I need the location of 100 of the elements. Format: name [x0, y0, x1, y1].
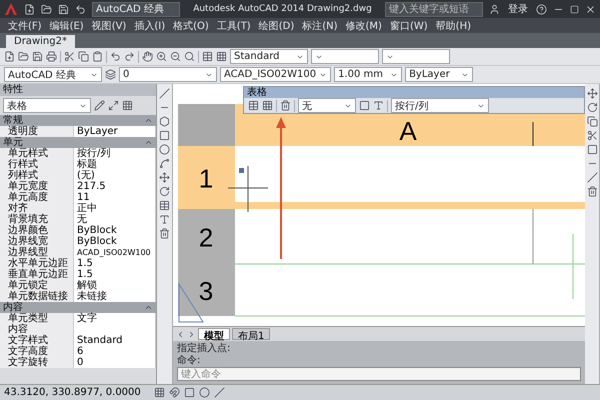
section-header[interactable]: 内容 [0, 302, 156, 313]
undo-icon[interactable] [110, 51, 121, 62]
undo-icon[interactable] [75, 4, 86, 14]
pencil-icon[interactable] [94, 100, 105, 111]
rotate-icon[interactable] [586, 102, 598, 113]
plot-style-dropdown[interactable]: ByLayer [405, 67, 474, 82]
layout-tab[interactable]: 模型 [198, 328, 230, 340]
grip-handle[interactable] [239, 168, 244, 173]
property-value[interactable]: 11 [74, 192, 156, 203]
property-value[interactable]: 按行/列 [74, 148, 156, 159]
print-icon[interactable] [46, 51, 57, 62]
circle-icon[interactable] [159, 144, 170, 155]
drawing-canvas[interactable]: A 1 2 3 表格 无 按行/列 [173, 84, 585, 326]
grid-icon[interactable] [154, 387, 165, 398]
chevron-icon[interactable] [144, 116, 153, 125]
ortho-icon[interactable] [184, 387, 195, 398]
copy-icon[interactable] [78, 51, 89, 62]
property-value[interactable]: ByBlock [74, 225, 156, 236]
user-icon[interactable] [489, 4, 500, 14]
cell-style-dropdown[interactable]: 按行/列 [391, 98, 489, 113]
polar-icon[interactable] [214, 387, 225, 398]
lineweight-dropdown[interactable]: 1.00 mm [334, 67, 402, 82]
snap-icon[interactable] [169, 387, 180, 398]
text-icon[interactable] [159, 214, 170, 225]
property-value[interactable]: ByLayer [74, 126, 156, 137]
search-icon[interactable] [184, 51, 195, 62]
menu-item[interactable]: 插入(I) [130, 18, 170, 32]
menu-item[interactable]: 窗口(W) [386, 18, 432, 32]
workspace-dropdown[interactable]: AutoCAD 经典 [4, 67, 102, 82]
menu-item[interactable]: 工具(T) [212, 18, 255, 32]
object-type-dropdown[interactable]: 表格 [3, 98, 91, 113]
rotate-icon[interactable] [159, 186, 170, 197]
file-tab[interactable]: Drawing2* [6, 35, 75, 48]
property-value[interactable]: 无 [74, 214, 156, 225]
menu-item[interactable]: 修改(M) [342, 18, 386, 32]
zoom-in-icon[interactable] [156, 51, 167, 62]
section-header[interactable]: 单元 [0, 137, 156, 148]
linetype-dropdown[interactable]: ACAD_ISO02W100 [220, 67, 332, 82]
polygon-icon[interactable] [159, 116, 170, 127]
copy-icon[interactable] [586, 116, 598, 127]
menu-item[interactable]: 编辑(E) [46, 18, 88, 32]
maximize-icon[interactable] [570, 4, 579, 14]
property-value[interactable]: ByBlock [74, 236, 156, 247]
workspace-dropdown[interactable]: AutoCAD 经典 [92, 2, 180, 16]
menu-item[interactable]: 文件(F) [4, 18, 46, 32]
save-icon[interactable] [32, 51, 43, 62]
grid-icon[interactable] [262, 100, 273, 111]
line-icon[interactable] [159, 88, 170, 99]
rectangle-icon[interactable] [586, 144, 598, 155]
new-file-icon[interactable] [4, 51, 15, 62]
zoom-out-icon[interactable] [170, 51, 181, 62]
sign-in-button[interactable]: 登录 [506, 2, 530, 16]
pan-icon[interactable] [142, 51, 153, 62]
property-value[interactable]: 0 [74, 357, 156, 368]
cut-icon[interactable] [64, 51, 75, 62]
property-value[interactable]: 文字 [74, 313, 156, 324]
layers-icon[interactable] [105, 69, 116, 80]
erase-icon[interactable] [159, 228, 170, 239]
folder-icon[interactable] [18, 51, 29, 62]
property-value[interactable]: 标题 [74, 159, 156, 170]
property-value[interactable]: ACAD_ISO02W100 [74, 247, 156, 258]
property-value[interactable]: 6 [74, 346, 156, 357]
property-value[interactable]: 1.5 [74, 258, 156, 269]
next-icon[interactable] [187, 330, 196, 338]
spline-icon[interactable] [159, 158, 170, 169]
trim-icon[interactable] [586, 130, 598, 141]
border-dropdown[interactable]: 无 [298, 98, 356, 113]
property-value[interactable]: (无) [74, 170, 156, 181]
property-value[interactable]: 解锁 [74, 280, 156, 291]
property-value[interactable]: Standard [74, 335, 156, 346]
menu-item[interactable]: 绘图(D) [254, 18, 298, 32]
line-icon[interactable] [586, 172, 598, 183]
paste-icon[interactable] [92, 51, 103, 62]
property-value[interactable]: 217.5 [74, 181, 156, 192]
grid-icon[interactable] [216, 51, 227, 62]
menu-item[interactable]: 帮助(H) [432, 18, 475, 32]
table-icon[interactable] [202, 51, 213, 62]
section-header[interactable]: 常规 [0, 115, 156, 126]
app-logo[interactable] [4, 2, 18, 16]
chevron-icon[interactable] [144, 138, 153, 147]
command-input[interactable]: 键入命令 [177, 367, 581, 381]
menu-item[interactable]: 格式(O) [169, 18, 213, 32]
menu-item[interactable]: 视图(V) [88, 18, 130, 32]
osnap-icon[interactable] [199, 387, 210, 398]
layer-dropdown[interactable]: 0 [119, 67, 217, 82]
text-icon[interactable] [373, 100, 384, 111]
move-icon[interactable] [159, 172, 170, 183]
text-style-dropdown[interactable]: Standard [230, 49, 308, 64]
table-icon[interactable] [248, 100, 259, 111]
erase-icon[interactable] [586, 186, 598, 197]
property-value[interactable]: 正中 [74, 203, 156, 214]
help-icon[interactable] [536, 4, 547, 14]
layout-tab[interactable]: 布局1 [232, 328, 270, 340]
move-icon[interactable] [586, 88, 598, 99]
table-icon[interactable] [159, 200, 170, 211]
property-value[interactable]: 未链接 [74, 291, 156, 302]
grid-icon[interactable] [122, 100, 133, 111]
close-icon[interactable] [585, 4, 596, 14]
search-field[interactable]: 键入关键字或短语 [385, 2, 483, 16]
previous-icon[interactable] [176, 330, 185, 338]
